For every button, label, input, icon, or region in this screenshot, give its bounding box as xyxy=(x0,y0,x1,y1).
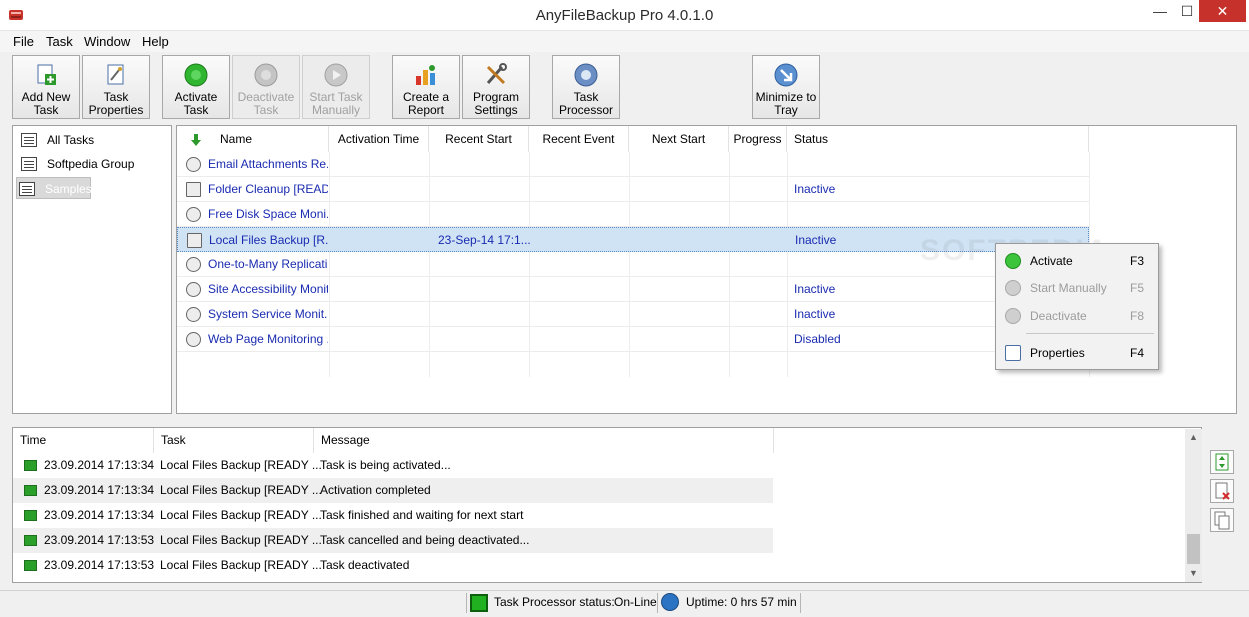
properties-icon xyxy=(1005,345,1021,361)
minimize-tray-icon xyxy=(774,63,798,87)
folder-task-icon xyxy=(186,182,201,197)
properties-icon xyxy=(107,64,124,85)
start-task-manually-button[interactable]: Start Task Manually xyxy=(302,55,370,119)
clear-log-icon xyxy=(1215,482,1230,500)
sort-arrow-down-icon[interactable] xyxy=(189,133,203,147)
clear-log-button[interactable] xyxy=(1210,479,1234,503)
processor-gear-icon xyxy=(574,63,598,87)
replication-task-icon xyxy=(186,257,201,272)
context-start-manually[interactable]: Start Manually F5 xyxy=(996,275,1158,301)
gray-circle-icon xyxy=(1005,308,1021,324)
disk-task-icon xyxy=(186,207,201,222)
task-row[interactable]: Free Disk Space Moni... xyxy=(177,202,1089,227)
calendar-icon xyxy=(21,133,37,147)
task-row[interactable]: Folder Cleanup [READ... Inactive xyxy=(177,177,1089,202)
tree-item-all-tasks[interactable]: All Tasks xyxy=(19,129,94,151)
uptime-text: Uptime: 0 hrs 57 min xyxy=(686,595,797,609)
log-row[interactable]: 23.09.2014 17:13:53 Local Files Backup [… xyxy=(13,553,773,578)
task-row[interactable]: Site Accessibility Monit... Inactive xyxy=(177,277,1089,302)
task-context-menu: Activate F3 Start Manually F5 Deactivate… xyxy=(995,243,1159,370)
window-title: AnyFileBackup Pro 4.0.1.0 xyxy=(535,7,714,24)
success-status-icon xyxy=(24,510,37,521)
column-header-status[interactable]: Status xyxy=(787,126,1089,152)
report-chart-icon xyxy=(416,65,435,85)
site-task-icon xyxy=(186,282,201,297)
program-settings-button[interactable]: Program Settings xyxy=(462,55,530,119)
processor-status-value: On-Line xyxy=(614,595,657,609)
deactivate-gear-icon xyxy=(254,63,278,87)
task-row[interactable]: System Service Monit... Inactive xyxy=(177,302,1089,327)
log-scrollbar[interactable]: ▲ ▼ xyxy=(1185,429,1202,582)
log-header-message[interactable]: Message xyxy=(314,428,774,453)
backup-task-icon xyxy=(187,233,202,248)
log-row[interactable]: 23.09.2014 17:13:34 Local Files Backup [… xyxy=(13,503,773,528)
column-header-name[interactable]: Name xyxy=(207,126,329,152)
success-status-icon xyxy=(24,485,37,496)
service-task-icon xyxy=(186,307,201,322)
copy-icon xyxy=(1214,511,1230,530)
processor-status-label: Task Processor status: xyxy=(494,595,615,609)
deactivate-task-button[interactable]: Deactivate Task xyxy=(232,55,300,119)
status-bar: Task Processor status: On-Line Uptime: 0… xyxy=(0,590,1249,617)
column-header-recent-event[interactable]: Recent Event xyxy=(529,126,629,152)
tools-icon xyxy=(486,63,507,85)
column-header-progress[interactable]: Progress xyxy=(729,126,787,152)
processor-online-icon xyxy=(470,594,488,612)
add-task-icon xyxy=(37,64,56,85)
column-header-activation-time[interactable]: Activation Time xyxy=(329,126,429,152)
green-circle-icon xyxy=(1005,253,1021,269)
log-header-time[interactable]: Time xyxy=(13,428,154,453)
create-report-button[interactable]: Create a Report xyxy=(392,55,460,119)
task-row[interactable]: Web Page Monitoring ... Disabled xyxy=(177,327,1089,352)
calendar-icon xyxy=(21,157,37,171)
email-task-icon xyxy=(186,157,201,172)
context-properties[interactable]: Properties F4 xyxy=(996,340,1158,366)
autoscroll-icon xyxy=(1215,453,1229,471)
calendar-icon xyxy=(19,182,35,196)
copy-log-button[interactable] xyxy=(1210,508,1234,532)
toolbar: Add New Task Task Properties Activate Ta… xyxy=(0,52,1249,122)
task-properties-button[interactable]: Task Properties xyxy=(82,55,150,119)
menu-bar: File Task Window Help xyxy=(0,31,1249,52)
add-new-task-button[interactable]: Add New Task xyxy=(12,55,80,119)
context-separator xyxy=(1026,333,1154,334)
menu-window[interactable]: Window xyxy=(84,34,130,49)
success-status-icon xyxy=(24,560,37,571)
scroll-down-icon[interactable]: ▼ xyxy=(1185,565,1202,582)
context-activate[interactable]: Activate F3 xyxy=(996,248,1158,274)
play-icon xyxy=(324,63,348,87)
activate-task-button[interactable]: Activate Task xyxy=(162,55,230,119)
task-processor-button[interactable]: Task Processor xyxy=(552,55,620,119)
log-header-task[interactable]: Task xyxy=(154,428,314,453)
webpage-task-icon xyxy=(186,332,201,347)
tree-item-samples[interactable]: Samples xyxy=(16,177,92,199)
gray-circle-icon xyxy=(1005,280,1021,296)
autoscroll-log-button[interactable] xyxy=(1210,450,1234,474)
activate-gear-icon xyxy=(184,63,208,87)
close-window-button[interactable]: ✕ xyxy=(1199,0,1246,22)
minimize-window-button[interactable]: — xyxy=(1145,0,1175,22)
task-group-tree: All Tasks Softpedia Group Samples xyxy=(12,125,172,414)
menu-task[interactable]: Task xyxy=(46,34,73,49)
tree-item-softpedia-group[interactable]: Softpedia Group xyxy=(19,153,134,175)
log-panel: Time Task Message 23.09.2014 17:13:34 Lo… xyxy=(12,427,1202,583)
menu-file[interactable]: File xyxy=(13,34,34,49)
task-row[interactable]: Email Attachments Re... xyxy=(177,152,1089,177)
success-status-icon xyxy=(24,460,37,471)
log-row[interactable]: 23.09.2014 17:13:34 Local Files Backup [… xyxy=(13,478,773,503)
scroll-up-icon[interactable]: ▲ xyxy=(1185,429,1202,446)
minimize-to-tray-button[interactable]: Minimize to Tray xyxy=(752,55,820,119)
menu-help[interactable]: Help xyxy=(142,34,169,49)
context-deactivate[interactable]: Deactivate F8 xyxy=(996,303,1158,329)
maximize-window-button[interactable]: ☐ xyxy=(1172,0,1202,22)
log-row[interactable]: 23.09.2014 17:13:53 Local Files Backup [… xyxy=(13,528,773,553)
scroll-thumb[interactable] xyxy=(1187,534,1200,564)
column-header-recent-start[interactable]: Recent Start xyxy=(429,126,529,152)
title-bar: AnyFileBackup Pro 4.0.1.0 — ☐ ✕ xyxy=(0,0,1249,31)
column-header-next-start[interactable]: Next Start xyxy=(629,126,729,152)
success-status-icon xyxy=(24,535,37,546)
log-row[interactable]: 23.09.2014 17:13:34 Local Files Backup [… xyxy=(13,453,773,478)
clock-icon xyxy=(661,593,679,611)
